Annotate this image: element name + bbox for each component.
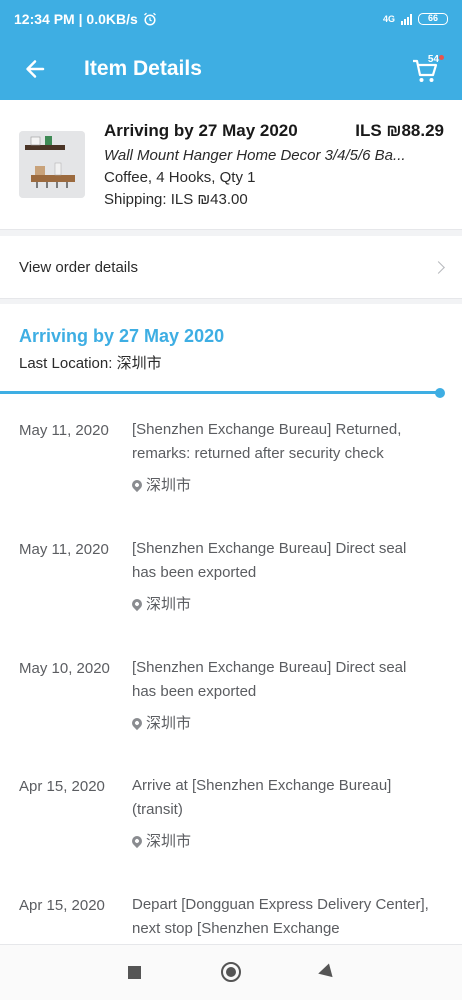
- network-label: 4G: [382, 14, 395, 24]
- battery-level: 66: [427, 13, 438, 23]
- event-location: 深圳市: [129, 712, 192, 733]
- back-button[interactable]: [0, 38, 70, 100]
- event-description: Depart [Dongguan Express Delivery Center…: [132, 896, 429, 937]
- tracking-panel: Arriving by 27 May 2020 Last Location: 深…: [0, 304, 462, 944]
- event-description: [Shenzhen Exchange Bureau] Direct seal h…: [132, 540, 407, 581]
- event-location-text: 深圳市: [146, 715, 192, 732]
- status-right: 4G 66: [383, 13, 448, 25]
- location-pin-icon: [129, 833, 145, 848]
- battery-icon: 66: [418, 13, 448, 25]
- alarm-icon: [143, 12, 156, 26]
- system-nav-bar: [0, 944, 462, 1000]
- location-pin-icon: [129, 596, 145, 611]
- page-title: Item Details: [84, 57, 202, 80]
- event-location: 深圳市: [129, 830, 192, 851]
- item-header-row: Arriving by 27 May 2020 ILS ₪88.29: [104, 118, 444, 143]
- event-date: Apr 15, 2020: [19, 778, 105, 795]
- location-pin-icon: [129, 715, 145, 730]
- item-info: Arriving by 27 May 2020 ILS ₪88.29 Wall …: [104, 118, 444, 209]
- view-order-details-link[interactable]: View order details: [0, 236, 462, 299]
- event-location: 深圳市: [129, 593, 192, 614]
- event-date: May 10, 2020: [19, 660, 110, 677]
- event-date: Apr 15, 2020: [19, 897, 105, 914]
- cart-badge: 54: [427, 54, 439, 65]
- status-separator: |: [74, 11, 87, 27]
- order-link-label: View order details: [19, 258, 138, 276]
- item-price: ILS ₪88.29: [355, 120, 444, 140]
- tracking-title: Arriving by 27 May 2020: [19, 326, 225, 346]
- tracking-progress-bar: [0, 391, 440, 394]
- cart-button[interactable]: 54: [410, 52, 446, 86]
- cart-notification-dot: [439, 55, 444, 60]
- event-location-text: 深圳市: [146, 477, 192, 494]
- location-pin-icon: [129, 477, 145, 492]
- status-bar: 12:34 PM | 0.0KB/s 4G 66: [0, 0, 462, 38]
- event-description: [Shenzhen Exchange Bureau] Direct seal h…: [132, 659, 407, 700]
- chevron-right-icon: [432, 260, 445, 274]
- event-location-text: 深圳市: [146, 596, 192, 613]
- signal-icon: [401, 13, 412, 25]
- item-name: Wall Mount Hanger Home Decor 3/4/5/6 Ba.…: [104, 147, 406, 164]
- event-date: May 11, 2020: [19, 422, 109, 439]
- home-button[interactable]: [221, 962, 241, 982]
- last-location: Last Location: 深圳市: [19, 355, 162, 372]
- status-speed: 0.0KB/s: [86, 11, 138, 27]
- event-description: Arrive at [Shenzhen Exchange Bureau] (tr…: [132, 777, 392, 818]
- system-back-button[interactable]: [316, 963, 333, 981]
- product-image: [19, 131, 85, 198]
- recents-button[interactable]: [128, 966, 141, 979]
- item-variant: Coffee, 4 Hooks, Qty 1: [104, 169, 256, 186]
- app-bar: Item Details 54: [0, 38, 462, 100]
- item-card[interactable]: Arriving by 27 May 2020 ILS ₪88.29 Wall …: [0, 100, 462, 230]
- event-date: May 11, 2020: [19, 541, 109, 558]
- tracking-progress-dot: [435, 388, 445, 398]
- event-location: 深圳市: [129, 474, 192, 495]
- item-arrival: Arriving by 27 May 2020: [104, 120, 298, 140]
- event-location-text: 深圳市: [146, 833, 192, 850]
- arrow-left-icon: [26, 60, 45, 78]
- event-description: [Shenzhen Exchange Bureau] Returned, rem…: [132, 421, 402, 462]
- product-thumbnail-illustration: [19, 131, 85, 198]
- item-shipping: Shipping: ILS ₪43.00: [104, 191, 248, 208]
- status-time: 12:34 PM: [14, 11, 75, 27]
